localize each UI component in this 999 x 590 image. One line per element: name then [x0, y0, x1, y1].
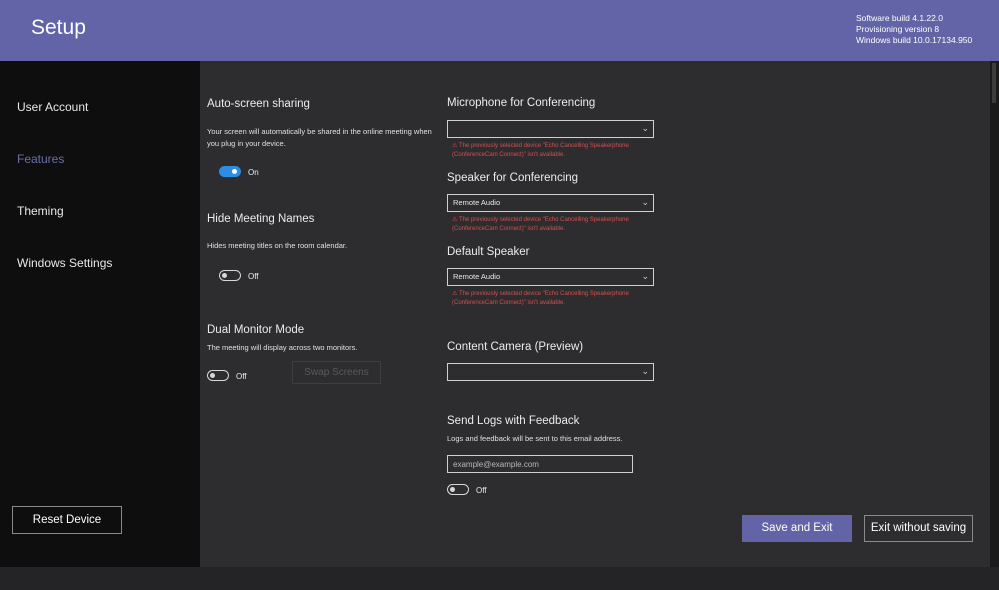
default-speaker-select-value: Remote Audio: [453, 272, 501, 281]
auto-share-title: Auto-screen sharing: [207, 98, 310, 110]
dual-monitor-desc: The meeting will display across two moni…: [207, 343, 358, 352]
speaker-select[interactable]: Remote Audio ⌄: [447, 194, 654, 212]
hide-names-state: Off: [248, 272, 259, 281]
logs-title: Send Logs with Feedback: [447, 415, 580, 427]
reset-device-button[interactable]: Reset Device: [12, 506, 122, 534]
features-panel: Auto-screen sharing Your screen will aut…: [200, 61, 990, 567]
mic-select[interactable]: ⌄: [447, 120, 654, 138]
swap-screens-button[interactable]: Swap Screens: [292, 361, 381, 384]
toggle-knob: [222, 272, 227, 278]
windows-build: Windows build 10.0.17134.950: [856, 35, 973, 45]
sidebar-item-user-account[interactable]: User Account: [17, 100, 88, 114]
sidebar-item-features[interactable]: Features: [17, 152, 64, 166]
save-and-exit-button[interactable]: Save and Exit: [742, 515, 852, 542]
camera-title: Content Camera (Preview): [447, 341, 584, 353]
chevron-down-icon: ⌄: [641, 271, 649, 281]
header-bar: Setup Software build 4.1.22.0 Provisioni…: [0, 0, 999, 61]
chevron-down-icon: ⌄: [641, 197, 649, 207]
default-speaker-warning: ⚠ The previously selected device "Echo C…: [452, 291, 629, 306]
dual-monitor-toggle[interactable]: [207, 370, 229, 381]
auto-share-desc: Your screen will automatically be shared…: [207, 127, 432, 148]
speaker-warning: ⚠ The previously selected device "Echo C…: [452, 217, 629, 232]
auto-share-state: On: [248, 168, 259, 177]
bottom-bar: [0, 567, 999, 590]
logs-state: Off: [476, 486, 487, 495]
exit-without-saving-button[interactable]: Exit without saving: [864, 515, 973, 542]
hide-names-desc: Hides meeting titles on the room calenda…: [207, 241, 348, 250]
auto-share-toggle[interactable]: [219, 166, 241, 177]
toggle-knob: [210, 372, 215, 378]
default-speaker-title: Default Speaker: [447, 246, 530, 258]
camera-select[interactable]: ⌄: [447, 363, 654, 381]
logs-toggle[interactable]: [447, 484, 469, 495]
sidebar: User Account Features Theming Windows Se…: [0, 61, 200, 567]
build-info: Software build 4.1.22.0 Provisioning ver…: [856, 13, 972, 46]
sidebar-item-theming[interactable]: Theming: [17, 204, 64, 218]
scrollbar-thumb[interactable]: [992, 63, 996, 103]
email-field[interactable]: [447, 455, 633, 473]
chevron-down-icon: ⌄: [641, 123, 649, 133]
software-build: Software build 4.1.22.0: [856, 13, 943, 23]
toggle-knob: [232, 168, 237, 174]
toggle-knob: [450, 486, 455, 492]
dual-monitor-title: Dual Monitor Mode: [207, 324, 305, 336]
speaker-title: Speaker for Conferencing: [447, 172, 579, 184]
scrollbar[interactable]: [990, 61, 999, 567]
mic-warning: ⚠ The previously selected device "Echo C…: [452, 143, 629, 158]
default-speaker-select[interactable]: Remote Audio ⌄: [447, 268, 654, 286]
logs-desc: Logs and feedback will be sent to this e…: [447, 434, 623, 443]
sidebar-item-windows-settings[interactable]: Windows Settings: [17, 256, 112, 270]
dual-monitor-state: Off: [236, 372, 247, 381]
mic-title: Microphone for Conferencing: [447, 97, 596, 109]
hide-names-toggle[interactable]: [219, 270, 241, 281]
speaker-select-value: Remote Audio: [453, 198, 501, 207]
hide-names-title: Hide Meeting Names: [207, 213, 315, 225]
page-title: Setup: [31, 16, 86, 39]
chevron-down-icon: ⌄: [641, 366, 649, 376]
provisioning-version: Provisioning version 8: [856, 24, 940, 34]
